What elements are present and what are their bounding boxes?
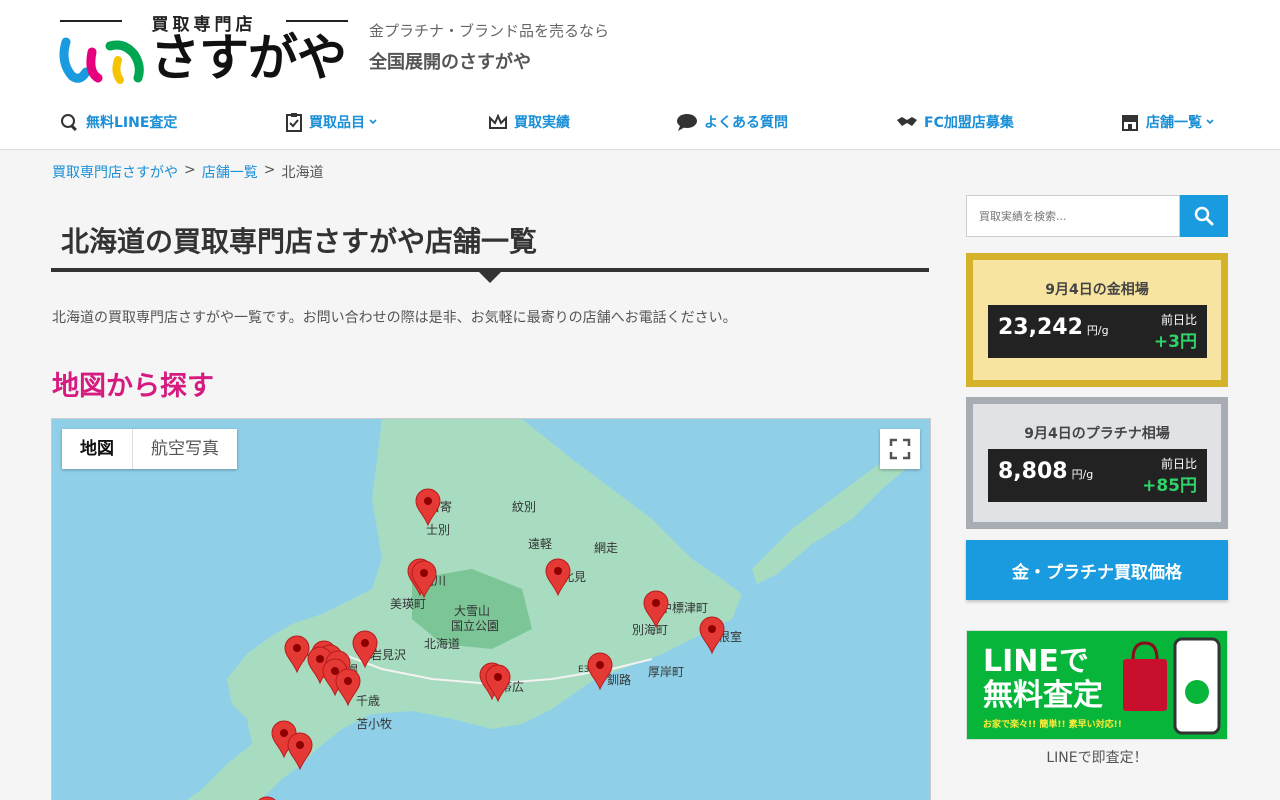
logo-kana-text: さすがや	[150, 29, 347, 87]
platinum-market-title: 9月4日のプラチナ相場	[1024, 426, 1170, 442]
site-logo[interactable]: 買取専門店 さすがや	[58, 10, 350, 90]
chevron-down-icon	[1206, 119, 1214, 125]
breadcrumb-home[interactable]: 買取専門店さすがや	[52, 162, 178, 182]
line-banner-line1: LINEで	[983, 644, 1089, 679]
nav-items-category[interactable]: 買取品目	[285, 110, 384, 134]
map-place-label: 千歳	[356, 694, 380, 708]
breadcrumb-separator: >	[184, 162, 196, 178]
nav-store-list[interactable]: 店舗一覧	[1120, 110, 1221, 134]
map-place-label: 紋別	[512, 500, 536, 514]
line-banner-line2: 無料査定	[983, 678, 1103, 713]
store-pin[interactable]	[699, 616, 725, 655]
platinum-market-card: 9月4日のプラチナ相場 8,808 円/g 前日比 +85円	[966, 397, 1228, 529]
chevron-down-icon	[369, 119, 377, 125]
platinum-price-unit: 円/g	[1071, 468, 1094, 481]
platinum-diff: +85円	[1142, 476, 1197, 496]
gold-market-card: 9月4日の金相場 23,242 円/g 前日比 +3円	[966, 253, 1228, 387]
map-place-label: 苫小牧	[356, 717, 392, 731]
logo-top-text: 買取専門店	[58, 10, 350, 35]
search-icon	[1194, 206, 1214, 226]
nav-label: 買取品目	[309, 115, 365, 131]
map-tab-map[interactable]: 地図	[62, 429, 133, 469]
platinum-price-value: 8,808	[998, 459, 1068, 484]
gold-diff: +3円	[1153, 332, 1197, 352]
map-tab-satellite[interactable]: 航空写真	[133, 429, 237, 469]
gold-prev-label: 前日比	[1160, 313, 1197, 327]
breadcrumb-separator: >	[263, 162, 276, 178]
page-title: 北海道の買取専門店さすがや店舗一覧	[61, 225, 538, 258]
nav-label: 店舗一覧	[1146, 115, 1202, 131]
nav-faq[interactable]: よくある質問	[676, 110, 788, 134]
map-type-toggle: 地図 航空写真	[62, 429, 237, 469]
nav-label: 買取実績	[514, 115, 570, 131]
title-underline-arrow	[479, 272, 501, 283]
nav-label: 無料LINE査定	[86, 115, 178, 131]
breadcrumb-current: 北海道	[281, 165, 324, 181]
gold-price-value: 23,242	[998, 315, 1083, 340]
nav-line-assess[interactable]: 無料LINE査定	[60, 110, 177, 134]
line-caption: LINEで即査定！	[1046, 750, 1148, 766]
results-search	[966, 195, 1228, 237]
main-nav: 無料LINE査定 買取品目 買取実績 よくある質問 FC加盟店募集 店舗一覧	[0, 104, 1280, 138]
map-place-label: 別海町	[632, 622, 668, 637]
fullscreen-icon	[889, 438, 911, 460]
logo-mark-icon	[59, 37, 144, 84]
nav-franchise[interactable]: FC加盟店募集	[896, 110, 1014, 134]
gold-market-title: 9月4日の金相場	[1045, 282, 1149, 298]
gold-price-unit: 円/g	[1086, 324, 1109, 337]
line-assess-banner[interactable]: LINEで 無料査定 お家で楽々!! 簡単!! 素早い対応!!	[966, 630, 1228, 740]
map-place-label: 美瑛町	[390, 597, 426, 611]
gold-price: 23,242 円/g	[998, 315, 1109, 340]
map-place-label: 国立公園	[451, 618, 499, 633]
tagline: 金プラチナ・ブランド品を売るなら	[369, 22, 610, 40]
line-assess-icon	[61, 114, 77, 131]
gold-price-box: 23,242 円/g 前日比 +3円	[988, 305, 1207, 358]
handshake-icon	[897, 117, 917, 126]
map-place-label: 釧路	[607, 672, 631, 687]
map-place-label: 大雪山	[454, 604, 490, 618]
map-canvas[interactable]: 名寄 紋別士別遠軽 網走旭川 北見美瑛町 大雪山国立公園中標津町別海町 根室北海道岩見沢帯…	[52, 419, 931, 800]
search-input[interactable]	[966, 195, 1180, 237]
map-place-label: 厚岸町	[648, 665, 684, 679]
platinum-prev-label: 前日比	[1160, 457, 1197, 471]
line-banner-title: LINEで 無料査定	[983, 645, 1103, 713]
map-place-label: 網走	[594, 541, 618, 555]
nav-label: FC加盟店募集	[924, 115, 1014, 131]
search-button[interactable]	[1180, 195, 1228, 237]
platinum-price-box: 8,808 円/g 前日比 +85円	[988, 449, 1207, 502]
map-heading: 地図から探す	[52, 371, 214, 402]
crown-icon	[489, 114, 507, 129]
platinum-price: 8,808 円/g	[998, 459, 1093, 484]
intro-text: 北海道の買取専門店さすがや一覧です。お問い合わせの際は是非、お気軽に最寄りの店舗…	[52, 310, 737, 326]
breadcrumb-store-list[interactable]: 店舗一覧	[202, 162, 258, 182]
nav-label: よくある質問	[704, 115, 788, 131]
smartphone-icon	[1173, 637, 1221, 735]
map-place-label: 遠軽	[528, 537, 552, 551]
site-header: 買取専門店 さすがや 金プラチナ・ブランド品を売るなら 全国展開のさすがや 無料…	[0, 0, 1280, 150]
fullscreen-button[interactable]	[880, 429, 920, 469]
clipboard-icon	[286, 113, 302, 132]
store-icon	[1122, 115, 1138, 131]
gold-platinum-price-button[interactable]: 金・プラチナ買取価格	[966, 540, 1228, 600]
chat-bubble-icon	[677, 114, 697, 131]
tagline-sub: 全国展開のさすがや	[369, 52, 531, 73]
shopping-bag-icon	[1123, 641, 1167, 711]
map-place-label: 北海道	[424, 636, 460, 651]
breadcrumb: 買取専門店さすがや > 店舗一覧 > 北海道	[52, 162, 323, 182]
map-place-label: 士別	[426, 523, 450, 537]
store-map[interactable]: 名寄 紋別 士別 遠軽 網走 旭川 北見 美瑛町 大雪山 国立公園 中標津町 別海町 根室 北海道 岩見沢帯…	[51, 418, 931, 800]
nav-results[interactable]: 買取実績	[488, 110, 570, 134]
line-banner-sub: お家で楽々!! 簡単!! 素早い対応!!	[983, 720, 1122, 730]
map-kurile-land	[752, 449, 912, 584]
